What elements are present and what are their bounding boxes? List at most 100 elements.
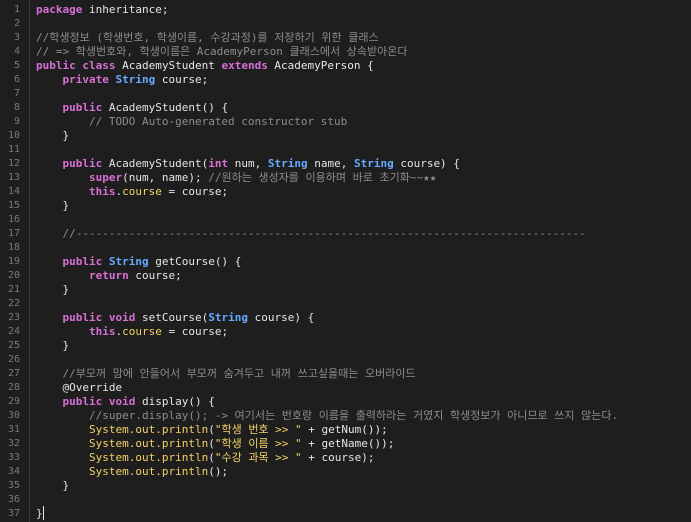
code-token: @Override — [62, 381, 123, 394]
code-line[interactable]: // TODO Auto-generated constructor stub — [36, 115, 347, 129]
line-number: 18 — [7, 242, 20, 253]
line-number: 14 — [7, 186, 20, 197]
line-number: 12 — [7, 158, 20, 169]
code-line[interactable]: System.out.println("수강 과목 >> " + course)… — [36, 451, 375, 465]
code-token: return — [88, 269, 129, 282]
code-token: //--------------------------------------… — [62, 227, 586, 240]
code-token: AcademyStudent — [115, 59, 222, 72]
code-token: ( — [208, 423, 215, 436]
code-token: AcademyPerson { — [267, 59, 374, 72]
line-number: 25 — [7, 340, 20, 351]
line-number: 34 — [7, 466, 20, 477]
line-number: 5 — [13, 60, 20, 71]
line-number: 2 — [13, 18, 20, 29]
line-number: 21 — [7, 284, 20, 295]
code-token: AcademyStudent( — [102, 157, 209, 170]
code-area[interactable]: package inheritance; //학생정보 (학생번호, 학생이름, … — [30, 0, 691, 522]
code-token: String — [108, 255, 149, 268]
code-line[interactable]: public String getCourse() { — [36, 255, 242, 269]
code-token: "수강 과목 >> " — [214, 451, 302, 464]
line-number: 1 — [13, 4, 20, 15]
code-line[interactable]: //--------------------------------------… — [36, 227, 586, 241]
code-line[interactable]: this.course = course; — [36, 325, 228, 339]
code-line[interactable]: @Override — [36, 381, 123, 395]
line-number: 15 — [7, 200, 20, 211]
code-token: (num, name); — [122, 171, 209, 184]
code-line[interactable]: } — [36, 479, 69, 493]
code-token: public — [62, 157, 103, 170]
code-token: System.out.println — [88, 451, 209, 464]
line-number: 36 — [7, 494, 20, 505]
code-line[interactable]: } — [36, 199, 69, 213]
code-token: course — [122, 325, 162, 338]
code-line[interactable]: public AcademyStudent(int num, String na… — [36, 157, 460, 171]
code-line[interactable]: } — [36, 339, 69, 353]
code-token: this — [88, 185, 116, 198]
code-token: + getNum()); — [301, 423, 388, 436]
code-line[interactable]: public AcademyStudent() { — [36, 101, 229, 115]
code-token: (); — [208, 465, 229, 478]
code-token: "학생 이름 >> " — [214, 437, 302, 450]
code-token: System.out.println — [88, 423, 209, 436]
code-line[interactable]: public void setCourse(String course) { — [36, 311, 315, 325]
code-token: public — [62, 255, 103, 268]
code-line[interactable]: this.course = course; — [36, 185, 228, 199]
code-line[interactable]: System.out.println(); — [36, 465, 228, 479]
code-token: } — [36, 129, 70, 142]
line-number: 19 — [7, 256, 20, 267]
line-number: 23 — [7, 312, 20, 323]
code-token: course — [122, 185, 162, 198]
line-number: 16 — [7, 214, 20, 225]
line-number: 8 — [13, 102, 20, 113]
line-number: 11 — [7, 144, 20, 155]
code-editor[interactable]: 1 2 3 4 5 6 7 8 9 10 11 12 13 14 15 16 17 18 19 20 21 22 23 24 2… — [0, 0, 691, 522]
code-token: AcademyStudent() { — [102, 101, 229, 114]
code-line[interactable]: private String course; — [36, 73, 209, 87]
code-line[interactable]: return course; — [36, 269, 182, 283]
code-token: String — [115, 73, 156, 86]
code-token: + getName()); — [301, 437, 395, 450]
code-line[interactable]: //학생정보 (학생번호, 학생이름, 수강과정)를 저장하기 위한 클래스 — [36, 31, 379, 45]
code-token: name, — [307, 157, 354, 170]
code-line[interactable]: public class AcademyStudent extends Acad… — [36, 59, 374, 73]
code-token: int — [208, 157, 229, 170]
code-token: package — [36, 3, 83, 16]
line-number: 3 — [13, 32, 20, 43]
code-line[interactable]: System.out.println("학생 번호 >> " + getNum(… — [36, 423, 388, 437]
code-line[interactable]: super(num, name); //원하는 생성자를 이용하며 바로 초기화… — [36, 171, 436, 185]
line-number: 28 — [7, 382, 20, 393]
line-number: 33 — [7, 452, 20, 463]
code-token: course) { — [393, 157, 460, 170]
code-line[interactable]: package inheritance; — [36, 3, 168, 17]
code-token: //학생정보 (학생번호, 학생이름, 수강과정)를 저장하기 위한 클래스 — [36, 31, 379, 44]
code-line[interactable]: // => 학생번호와, 학생이름은 AcademyPerson 클래스에서 상… — [36, 45, 407, 59]
line-number: 17 — [7, 228, 20, 239]
line-number: 20 — [7, 270, 20, 281]
code-line[interactable]: //부모꺼 맘에 안들어서 부모꺼 숨겨두고 내꺼 쓰고싶을때는 오버라이드 — [36, 367, 416, 381]
code-line[interactable]: } — [36, 129, 69, 143]
code-token: // => 학생번호와, 학생이름은 AcademyPerson 클래스에서 상… — [36, 45, 408, 58]
code-token: display() { — [135, 395, 215, 408]
code-line[interactable]: public void display() { — [36, 395, 215, 409]
code-token: setCourse( — [135, 311, 209, 324]
code-line[interactable]: //super.display(); -> 여기서는 번호랑 이름을 출력하라는… — [36, 409, 618, 423]
code-token: public class — [36, 59, 116, 72]
code-line[interactable]: System.out.println("학생 이름 >> " + getName… — [36, 437, 394, 451]
code-token: super — [88, 171, 123, 184]
code-line[interactable]: } — [36, 283, 69, 297]
text-caret — [43, 506, 44, 520]
line-number: 30 — [7, 410, 20, 421]
code-token: course) { — [247, 311, 315, 324]
code-line[interactable]: } — [36, 507, 43, 521]
line-number: 7 — [13, 88, 20, 99]
